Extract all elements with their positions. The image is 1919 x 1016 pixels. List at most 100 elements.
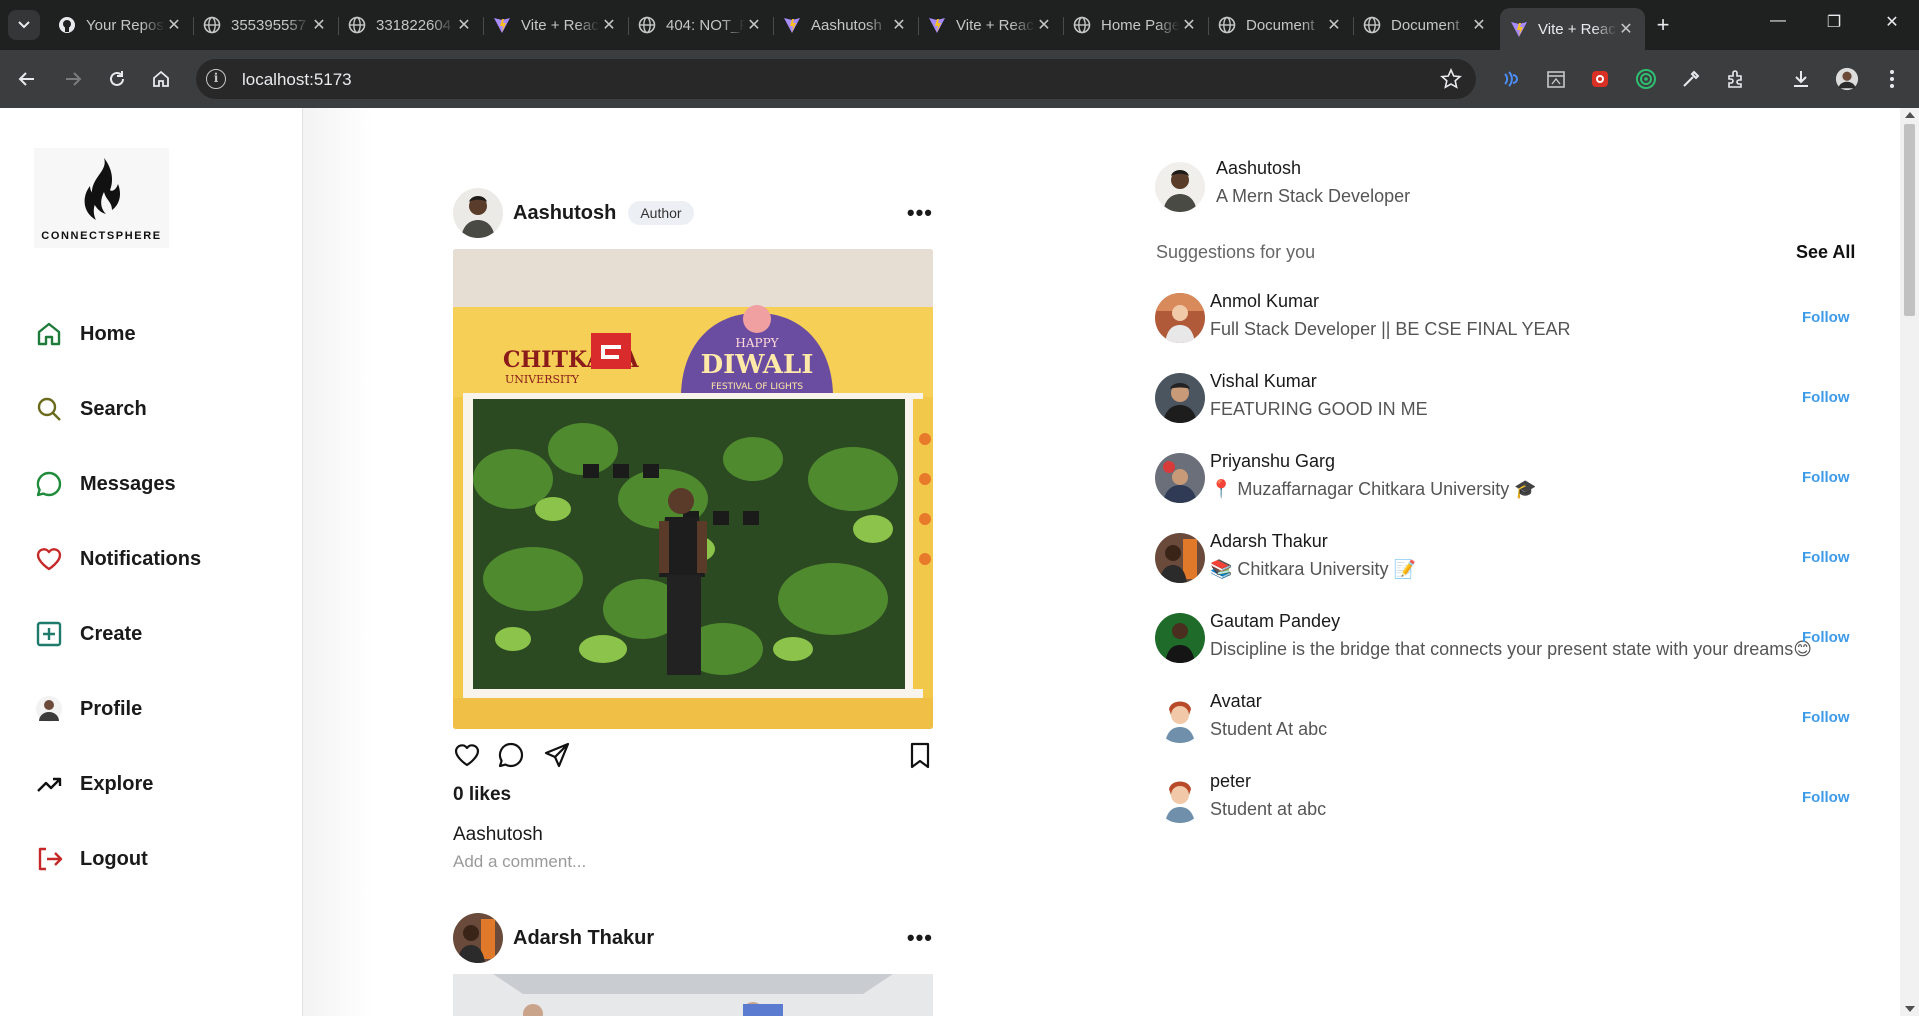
- post-author-avatar[interactable]: [453, 188, 503, 238]
- nav-logout[interactable]: Logout: [34, 839, 148, 879]
- more-options-icon[interactable]: •••: [907, 925, 933, 951]
- forward-button[interactable]: [60, 66, 86, 92]
- app-logo[interactable]: CONNECTSPHERE: [34, 148, 169, 248]
- address-bar[interactable]: i localhost:5173: [196, 59, 1476, 99]
- post-username[interactable]: Aashutosh: [513, 202, 616, 225]
- post-image[interactable]: CHITKARA UNIVERSITY HAPPY DIWALI FESTIVA…: [453, 249, 933, 729]
- suggestion-avatar[interactable]: [1155, 293, 1205, 343]
- close-icon[interactable]: ✕: [1325, 15, 1343, 35]
- extension-calendar-icon[interactable]: [1544, 67, 1568, 91]
- close-icon[interactable]: ✕: [310, 15, 328, 35]
- suggestion-name[interactable]: Gautam Pandey: [1210, 611, 1340, 632]
- browser-tab[interactable]: Document ✕: [1353, 8, 1498, 42]
- scrollbar-thumb[interactable]: [1904, 124, 1915, 316]
- follow-button[interactable]: Follow: [1802, 309, 1850, 326]
- comment-icon[interactable]: [497, 741, 525, 774]
- browser-tab[interactable]: Aashutosh ✕: [773, 8, 919, 42]
- nav-profile[interactable]: Profile: [34, 689, 142, 729]
- browser-menu-icon[interactable]: [1880, 67, 1904, 91]
- close-icon[interactable]: ✕: [890, 15, 908, 35]
- nav-notifications[interactable]: Notifications: [34, 539, 201, 579]
- arrow-right-icon: [66, 72, 82, 86]
- nav-messages[interactable]: Messages: [34, 464, 176, 504]
- browser-tab[interactable]: 355395557 ✕: [193, 8, 339, 42]
- browser-tab[interactable]: Your Repositories ✕: [48, 8, 194, 42]
- follow-button[interactable]: Follow: [1802, 469, 1850, 486]
- current-user-avatar[interactable]: [1155, 162, 1205, 212]
- extension-record-icon[interactable]: [1588, 67, 1612, 91]
- suggestion-name[interactable]: peter: [1210, 771, 1251, 792]
- bookmark-star-icon[interactable]: [1440, 68, 1462, 95]
- scroll-up-arrow-icon[interactable]: [1905, 112, 1915, 118]
- more-options-icon[interactable]: •••: [907, 200, 933, 226]
- page-scrollbar[interactable]: [1900, 108, 1919, 1016]
- nav-create[interactable]: Create: [34, 614, 142, 654]
- current-user-name[interactable]: Aashutosh: [1216, 158, 1301, 179]
- share-send-icon[interactable]: [543, 741, 571, 774]
- suggestion-name[interactable]: Avatar: [1210, 691, 1262, 712]
- extension-target-icon[interactable]: [1634, 67, 1658, 91]
- nav-explore[interactable]: Explore: [34, 764, 153, 804]
- comment-input[interactable]: Add a comment...: [453, 852, 586, 872]
- flame-logo-icon: [84, 158, 120, 220]
- back-button[interactable]: [14, 66, 40, 92]
- tab-search-button[interactable]: [8, 10, 40, 40]
- browser-tab[interactable]: Vite + React ✕: [483, 8, 629, 42]
- nav-search[interactable]: Search: [34, 389, 147, 429]
- suggestion-avatar[interactable]: [1155, 453, 1205, 503]
- suggestion-avatar[interactable]: [1155, 373, 1205, 423]
- bookmark-icon[interactable]: [907, 741, 933, 774]
- browser-tab[interactable]: 404: NOT_FOUND ✕: [628, 8, 774, 42]
- caption-username[interactable]: Aashutosh: [453, 824, 543, 846]
- follow-button[interactable]: Follow: [1802, 549, 1850, 566]
- window-close-button[interactable]: ✕: [1872, 12, 1912, 32]
- nav-home[interactable]: Home: [34, 314, 136, 354]
- reload-button[interactable]: [104, 66, 130, 92]
- site-info-icon[interactable]: i: [206, 69, 226, 89]
- close-icon[interactable]: ✕: [600, 15, 618, 35]
- follow-button[interactable]: Follow: [1802, 389, 1850, 406]
- follow-button[interactable]: Follow: [1802, 629, 1850, 646]
- new-tab-button[interactable]: +: [1649, 12, 1677, 40]
- close-icon[interactable]: ✕: [1035, 15, 1053, 35]
- post-author-avatar[interactable]: [453, 913, 503, 963]
- extension-wave-icon[interactable]: [1498, 67, 1522, 91]
- suggestion-avatar[interactable]: [1155, 773, 1205, 823]
- follow-button[interactable]: Follow: [1802, 709, 1850, 726]
- see-all-link[interactable]: See All: [1796, 242, 1855, 263]
- minimize-button[interactable]: —: [1758, 12, 1798, 30]
- extensions-puzzle-icon[interactable]: [1724, 67, 1748, 91]
- home-button[interactable]: [148, 66, 174, 92]
- close-icon[interactable]: ✕: [1180, 15, 1198, 35]
- restore-button[interactable]: ❐: [1814, 12, 1854, 32]
- close-icon[interactable]: ✕: [1617, 19, 1635, 39]
- eyedropper-icon[interactable]: [1679, 67, 1703, 91]
- browser-tab-active[interactable]: Vite + React ✕: [1500, 8, 1645, 50]
- suggestion-name[interactable]: Vishal Kumar: [1210, 371, 1317, 392]
- suggestion-name[interactable]: Adarsh Thakur: [1210, 531, 1328, 552]
- browser-tab[interactable]: Vite + React ✕: [918, 8, 1064, 42]
- profile-avatar[interactable]: [1835, 67, 1859, 91]
- browser-tab[interactable]: Document ✕: [1208, 8, 1354, 42]
- globe-icon: [1363, 16, 1381, 34]
- post-username[interactable]: Adarsh Thakur: [513, 927, 654, 950]
- browser-tab[interactable]: 331822604 ✕: [338, 8, 484, 42]
- suggestion-name[interactable]: Anmol Kumar: [1210, 291, 1319, 312]
- photo-festival-text: FESTIVAL OF LIGHTS: [711, 382, 803, 392]
- download-icon[interactable]: [1789, 67, 1813, 91]
- post-image[interactable]: [453, 974, 933, 1016]
- photo-happy-text: HAPPY: [735, 336, 779, 350]
- close-icon[interactable]: ✕: [745, 15, 763, 35]
- close-icon[interactable]: ✕: [165, 15, 183, 35]
- close-icon[interactable]: ✕: [1470, 15, 1488, 35]
- like-heart-icon[interactable]: [453, 741, 481, 774]
- follow-button[interactable]: Follow: [1802, 789, 1850, 806]
- close-icon[interactable]: ✕: [455, 15, 473, 35]
- scroll-down-arrow-icon[interactable]: [1905, 1006, 1915, 1012]
- browser-tab[interactable]: Home Page ✕: [1063, 8, 1209, 42]
- suggestion-avatar[interactable]: [1155, 613, 1205, 663]
- left-sidebar: CONNECTSPHERE Home Search Messages Notif…: [0, 108, 303, 1016]
- suggestion-avatar[interactable]: [1155, 693, 1205, 743]
- suggestion-name[interactable]: Priyanshu Garg: [1210, 451, 1335, 472]
- suggestion-avatar[interactable]: [1155, 533, 1205, 583]
